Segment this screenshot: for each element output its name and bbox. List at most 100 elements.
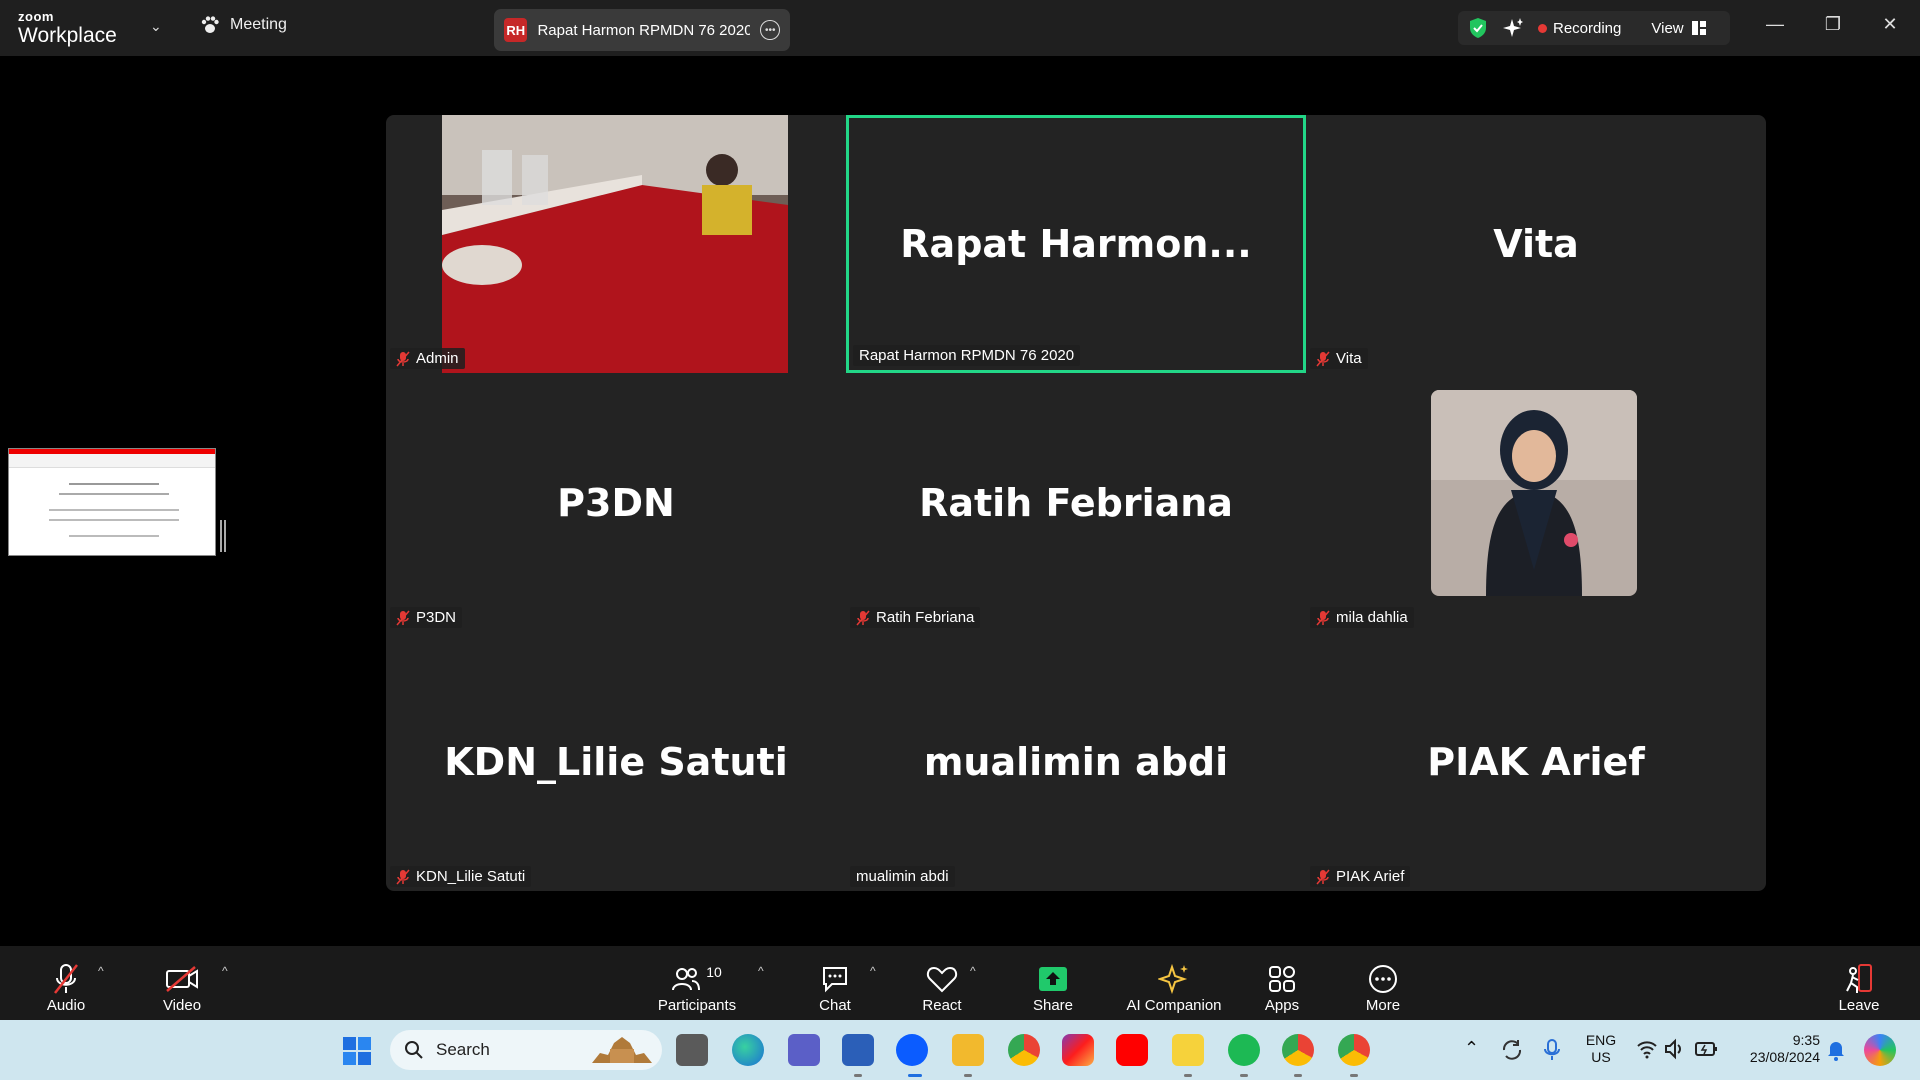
- wifi-icon[interactable]: [1636, 1038, 1658, 1060]
- participant-display-name: mualimin abdi: [923, 740, 1229, 784]
- participant-tile[interactable]: KDN_Lilie Satuti KDN_Lilie Satuti: [386, 633, 846, 891]
- thumbnail-toolbar: [9, 454, 215, 468]
- volume-icon[interactable]: [1664, 1038, 1686, 1060]
- chrome-icon[interactable]: [1008, 1034, 1040, 1066]
- spotify-icon[interactable]: [1228, 1034, 1260, 1066]
- task-view-icon[interactable]: [676, 1034, 708, 1066]
- react-options-caret-icon[interactable]: ^: [970, 964, 976, 978]
- zoom-app-icon[interactable]: [896, 1034, 928, 1066]
- more-label: More: [1365, 997, 1401, 1014]
- word-icon[interactable]: [842, 1034, 874, 1066]
- tray-overflow-chevron-icon[interactable]: ⌃: [1464, 1038, 1479, 1060]
- participants-options-caret-icon[interactable]: ^: [758, 964, 764, 978]
- participant-tile[interactable]: P3DN P3DN: [386, 374, 846, 632]
- ai-sparkle-icon[interactable]: [1502, 17, 1524, 39]
- participant-label: mualimin abdi: [850, 866, 955, 887]
- heart-icon: [926, 966, 958, 993]
- participant-tile[interactable]: PIAK Arief PIAK Arief: [1306, 633, 1766, 891]
- participant-label: Admin: [390, 348, 465, 369]
- sticky-notes-icon[interactable]: [1172, 1034, 1204, 1066]
- thumbnail-text-line: [69, 483, 159, 485]
- more-icon: [1369, 965, 1397, 993]
- video-label: Video: [162, 997, 202, 1014]
- meeting-room-video-image: [442, 115, 788, 373]
- react-button[interactable]: React: [918, 952, 966, 1014]
- language-bottom: US: [1591, 1048, 1611, 1065]
- react-label: React: [922, 997, 962, 1014]
- muted-mic-icon: [856, 610, 870, 625]
- participants-count: 10: [706, 964, 722, 980]
- participant-label: PIAK Arief: [1310, 866, 1411, 887]
- recording-dot-icon: [1538, 23, 1547, 33]
- participant-tile[interactable]: mualimin abdi mualimin abdi: [846, 633, 1306, 891]
- more-button[interactable]: More: [1360, 952, 1406, 1014]
- view-button[interactable]: View: [1651, 20, 1706, 37]
- meeting-tab[interactable]: RH Rapat Harmon RPMDN 76 2020's •••: [494, 9, 790, 51]
- youtube-icon[interactable]: [1116, 1034, 1148, 1066]
- ai-companion-button[interactable]: AI Companion: [1118, 952, 1230, 1014]
- muted-mic-icon: [396, 869, 410, 884]
- language-indicator[interactable]: ENG US: [1580, 1032, 1622, 1066]
- video-options-caret-icon[interactable]: ^: [222, 964, 228, 978]
- participant-display-name: Ratih Febriana: [919, 481, 1233, 525]
- participant-tile-active-speaker[interactable]: Rapat Harmon... Rapat Harmon RPMDN 76 20…: [846, 115, 1306, 373]
- zoom-workplace-logo: zoom Workplace: [18, 10, 117, 46]
- audio-options-caret-icon[interactable]: ^: [98, 964, 104, 978]
- meeting-toolbar: Audio ^ Video ^ 10 Participants ^ Chat ^…: [0, 946, 1920, 1020]
- logo-brand-big: Workplace: [18, 24, 117, 47]
- apps-button[interactable]: Apps: [1260, 952, 1304, 1014]
- copilot-icon[interactable]: [1864, 1034, 1896, 1066]
- participant-display-name: Vita: [1493, 222, 1579, 266]
- windows-start-icon[interactable]: [342, 1036, 372, 1066]
- instagram-icon[interactable]: [1062, 1034, 1094, 1066]
- share-button[interactable]: Share: [1028, 952, 1078, 1014]
- running-indicator: [964, 1074, 972, 1077]
- file-explorer-icon[interactable]: [952, 1034, 984, 1066]
- title-bar: zoom Workplace ⌄ Meeting RH Rapat Harmon…: [0, 0, 1920, 56]
- audio-button[interactable]: Audio: [42, 952, 90, 1014]
- meeting-menu-button[interactable]: Meeting: [200, 16, 287, 34]
- participant-avatar: [1431, 390, 1637, 596]
- microphone-tray-icon[interactable]: [1542, 1038, 1562, 1062]
- participant-tile[interactable]: mila dahlia: [1306, 374, 1766, 632]
- search-icon: [405, 1041, 423, 1059]
- thumbnail-text-line: [59, 493, 169, 495]
- chat-options-caret-icon[interactable]: ^: [870, 964, 876, 978]
- participant-tile[interactable]: Vita Vita: [1306, 115, 1766, 373]
- shared-screen-thumbnail[interactable]: [8, 448, 216, 556]
- participants-icon: [672, 968, 701, 991]
- chrome-profile-icon[interactable]: [1338, 1034, 1370, 1066]
- paw-icon: [201, 16, 219, 33]
- meeting-tab-title: Rapat Harmon RPMDN 76 2020's: [537, 21, 751, 39]
- restore-icon[interactable]: ❐: [1818, 14, 1848, 35]
- sync-icon[interactable]: [1500, 1038, 1524, 1062]
- teams-icon[interactable]: [788, 1034, 820, 1066]
- notification-bell-icon[interactable]: [1826, 1038, 1846, 1062]
- chat-button[interactable]: Chat: [812, 952, 858, 1014]
- battery-icon[interactable]: [1694, 1038, 1718, 1060]
- edge-browser-icon[interactable]: [732, 1034, 764, 1066]
- taskbar-search-box[interactable]: Search: [390, 1030, 662, 1070]
- video-button[interactable]: Video: [158, 952, 206, 1014]
- app-menu-chevron-icon[interactable]: ⌄: [150, 18, 162, 35]
- participants-button[interactable]: 10 Participants: [654, 952, 740, 1014]
- leave-label: Leave: [1838, 997, 1880, 1014]
- meeting-status-box: Recording View: [1458, 11, 1730, 45]
- minimize-icon[interactable]: —: [1760, 14, 1790, 35]
- clock-time: 9:35: [1792, 1032, 1820, 1048]
- clock[interactable]: 9:35 23/08/2024: [1736, 1032, 1820, 1066]
- shield-check-icon[interactable]: [1468, 17, 1488, 39]
- chat-icon: [823, 967, 847, 993]
- leave-button[interactable]: Leave: [1834, 952, 1884, 1014]
- running-indicator: [854, 1074, 862, 1077]
- participant-label: Rapat Harmon RPMDN 76 2020: [853, 345, 1081, 366]
- close-icon[interactable]: ✕: [1875, 14, 1905, 35]
- participant-tile[interactable]: Admin: [386, 115, 846, 373]
- participant-tile[interactable]: Ratih Febriana Ratih Febriana: [846, 374, 1306, 632]
- participant-label-text: Rapat Harmon RPMDN 76 2020: [859, 347, 1075, 364]
- recording-indicator[interactable]: Recording: [1538, 20, 1621, 37]
- thumbnail-resize-handle[interactable]: [220, 520, 226, 552]
- windows-taskbar: Search ⌃ ENG US 9:35 23/08/2024: [0, 1020, 1920, 1080]
- more-options-icon[interactable]: •••: [760, 20, 780, 40]
- chrome-profile-icon[interactable]: [1282, 1034, 1314, 1066]
